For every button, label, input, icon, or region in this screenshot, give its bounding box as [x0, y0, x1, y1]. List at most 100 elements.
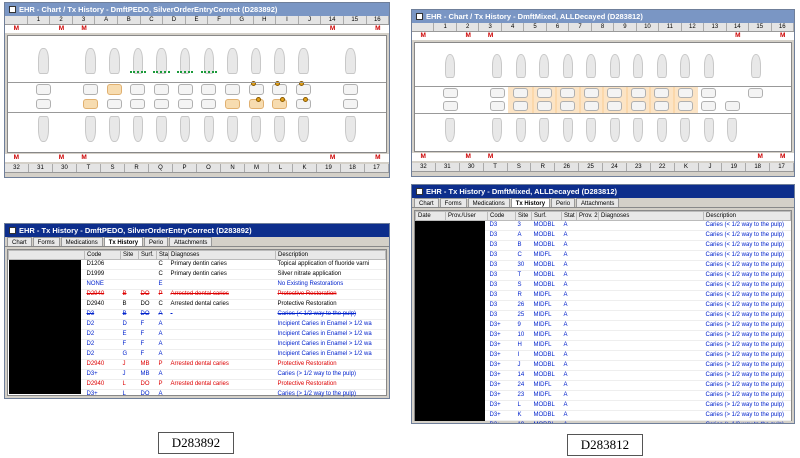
upper-occlusal-surface[interactable] — [177, 84, 193, 95]
col-header-description[interactable]: Description — [275, 250, 386, 260]
lower-tooth-icon[interactable] — [85, 116, 96, 143]
tooth-column[interactable] — [315, 36, 339, 152]
lower-tooth-icon[interactable] — [109, 116, 120, 143]
col-header-diagnoses[interactable]: Diagnoses — [168, 250, 276, 260]
tooth-number-13[interactable]: 13 — [704, 23, 727, 31]
tooth-number-M[interactable]: M — [245, 164, 269, 172]
tooth-number-16[interactable]: 16 — [367, 16, 389, 24]
col-header-prov-user[interactable]: Prov./User — [445, 211, 488, 221]
upper-occlusal-surface[interactable] — [513, 88, 529, 98]
tooth-number-15[interactable]: 15 — [344, 16, 367, 24]
lower-tooth-icon[interactable] — [727, 117, 738, 142]
tooth-column[interactable] — [173, 36, 197, 152]
tooth-column[interactable] — [462, 43, 486, 151]
upper-tooth-icon[interactable] — [298, 47, 309, 74]
tooth-number-P[interactable]: P — [173, 164, 197, 172]
tooth-number-5[interactable]: 5 — [524, 23, 547, 31]
tooth-number-9[interactable]: 9 — [614, 23, 637, 31]
tooth-number-22[interactable]: 22 — [651, 163, 675, 171]
upper-occlusal-surface[interactable] — [442, 88, 458, 98]
lower-occlusal-surface[interactable] — [83, 98, 99, 110]
lower-occlusal-surface[interactable] — [513, 101, 529, 112]
col-header-site[interactable]: Site — [120, 250, 139, 260]
col-header-stat[interactable]: Stat — [561, 211, 577, 221]
lower-tooth-icon[interactable] — [656, 117, 667, 142]
col-header-description[interactable]: Description — [703, 211, 791, 221]
tooth-number-31[interactable]: 31 — [436, 163, 460, 171]
lower-occlusal-surface[interactable] — [583, 101, 599, 112]
upper-occlusal-surface[interactable] — [295, 84, 311, 95]
tooth-number-32[interactable]: 32 — [5, 164, 29, 172]
tooth-number-2[interactable]: 2 — [50, 16, 73, 24]
upper-occlusal-surface[interactable] — [35, 84, 51, 95]
tooth-column[interactable] — [244, 36, 268, 152]
upper-occlusal-surface[interactable] — [130, 84, 146, 95]
upper-occlusal-surface[interactable] — [106, 84, 122, 95]
tooth-column[interactable] — [103, 36, 127, 152]
tooth-number-14[interactable]: 14 — [727, 23, 750, 31]
tooth-column[interactable] — [672, 43, 698, 151]
tooth-column[interactable] — [126, 36, 150, 152]
tooth-column[interactable] — [486, 43, 510, 151]
upper-occlusal-surface[interactable] — [343, 84, 359, 95]
tooth-column[interactable] — [555, 43, 581, 151]
upper-occlusal-surface[interactable] — [701, 88, 717, 98]
tooth-number-18[interactable]: 18 — [746, 163, 771, 171]
lower-occlusal-surface[interactable] — [35, 98, 51, 110]
tooth-number-14[interactable]: 14 — [321, 16, 344, 24]
lower-tooth-icon[interactable] — [562, 117, 573, 142]
tooth-column[interactable] — [768, 43, 792, 151]
tooth-column[interactable] — [268, 36, 292, 152]
tooth-column[interactable] — [362, 36, 386, 152]
lower-tooth-icon[interactable] — [132, 116, 144, 143]
upper-tooth-icon[interactable] — [203, 47, 214, 74]
tooth-column[interactable] — [625, 43, 651, 151]
upper-occlusal-surface[interactable] — [654, 88, 670, 98]
tooth-column[interactable] — [221, 36, 245, 152]
tab-perio[interactable]: Perio — [144, 237, 169, 246]
tooth-number-10[interactable]: 10 — [637, 23, 660, 31]
lower-tooth-icon[interactable] — [445, 117, 456, 142]
tooth-column[interactable] — [697, 43, 721, 151]
tooth-column[interactable] — [602, 43, 628, 151]
upper-tooth-icon[interactable] — [85, 47, 96, 74]
tooth-number-H[interactable]: H — [254, 16, 277, 24]
tooth-column[interactable] — [578, 43, 604, 151]
lower-occlusal-surface[interactable] — [201, 98, 217, 110]
lower-tooth-icon[interactable] — [703, 117, 714, 142]
tooth-number-Q[interactable]: Q — [149, 164, 173, 172]
col-header-site[interactable]: Site — [515, 211, 532, 221]
tooth-column[interactable] — [508, 43, 534, 151]
lower-occlusal-surface[interactable] — [654, 101, 670, 112]
upper-occlusal-surface[interactable] — [154, 84, 170, 95]
tooth-number-32[interactable]: 32 — [412, 163, 436, 171]
lower-occlusal-surface[interactable] — [630, 101, 646, 112]
upper-tooth-icon[interactable] — [539, 54, 550, 79]
lower-tooth-icon[interactable] — [250, 116, 262, 143]
upper-tooth-icon[interactable] — [515, 54, 526, 79]
tooth-number-R[interactable]: R — [125, 164, 149, 172]
tooth-number-6[interactable]: 6 — [547, 23, 570, 31]
col-header-prov-2[interactable]: Prov. 2 — [576, 211, 599, 221]
col-header-stat[interactable]: Stat — [156, 250, 169, 260]
tooth-number-L[interactable]: L — [269, 164, 293, 172]
lower-occlusal-surface[interactable] — [224, 98, 240, 110]
table-row[interactable]: D3+19MODBLA Caries (> 1/2 way to the pulp… — [415, 420, 791, 423]
tab-medications[interactable]: Medications — [60, 237, 103, 246]
tooth-number-R[interactable]: R — [531, 163, 556, 171]
tooth-number-I[interactable]: I — [276, 16, 299, 24]
tooth-number-30[interactable]: 30 — [53, 164, 77, 172]
tooth-number-O[interactable]: O — [197, 164, 221, 172]
tooth-column[interactable] — [531, 43, 557, 151]
lower-tooth-icon[interactable] — [345, 116, 356, 143]
tooth-number-S[interactable]: S — [101, 164, 125, 172]
upper-tooth-icon[interactable] — [633, 54, 644, 79]
tooth-number-1[interactable]: 1 — [28, 16, 51, 24]
lower-occlusal-surface[interactable] — [343, 98, 359, 110]
upper-occlusal-surface[interactable] — [224, 84, 240, 95]
tooth-number-T[interactable]: T — [77, 164, 101, 172]
tab-chart[interactable]: Chart — [7, 237, 32, 246]
lower-occlusal-surface[interactable] — [489, 101, 505, 112]
tooth-number-F[interactable]: F — [208, 16, 231, 24]
tooth-number-18[interactable]: 18 — [341, 164, 365, 172]
